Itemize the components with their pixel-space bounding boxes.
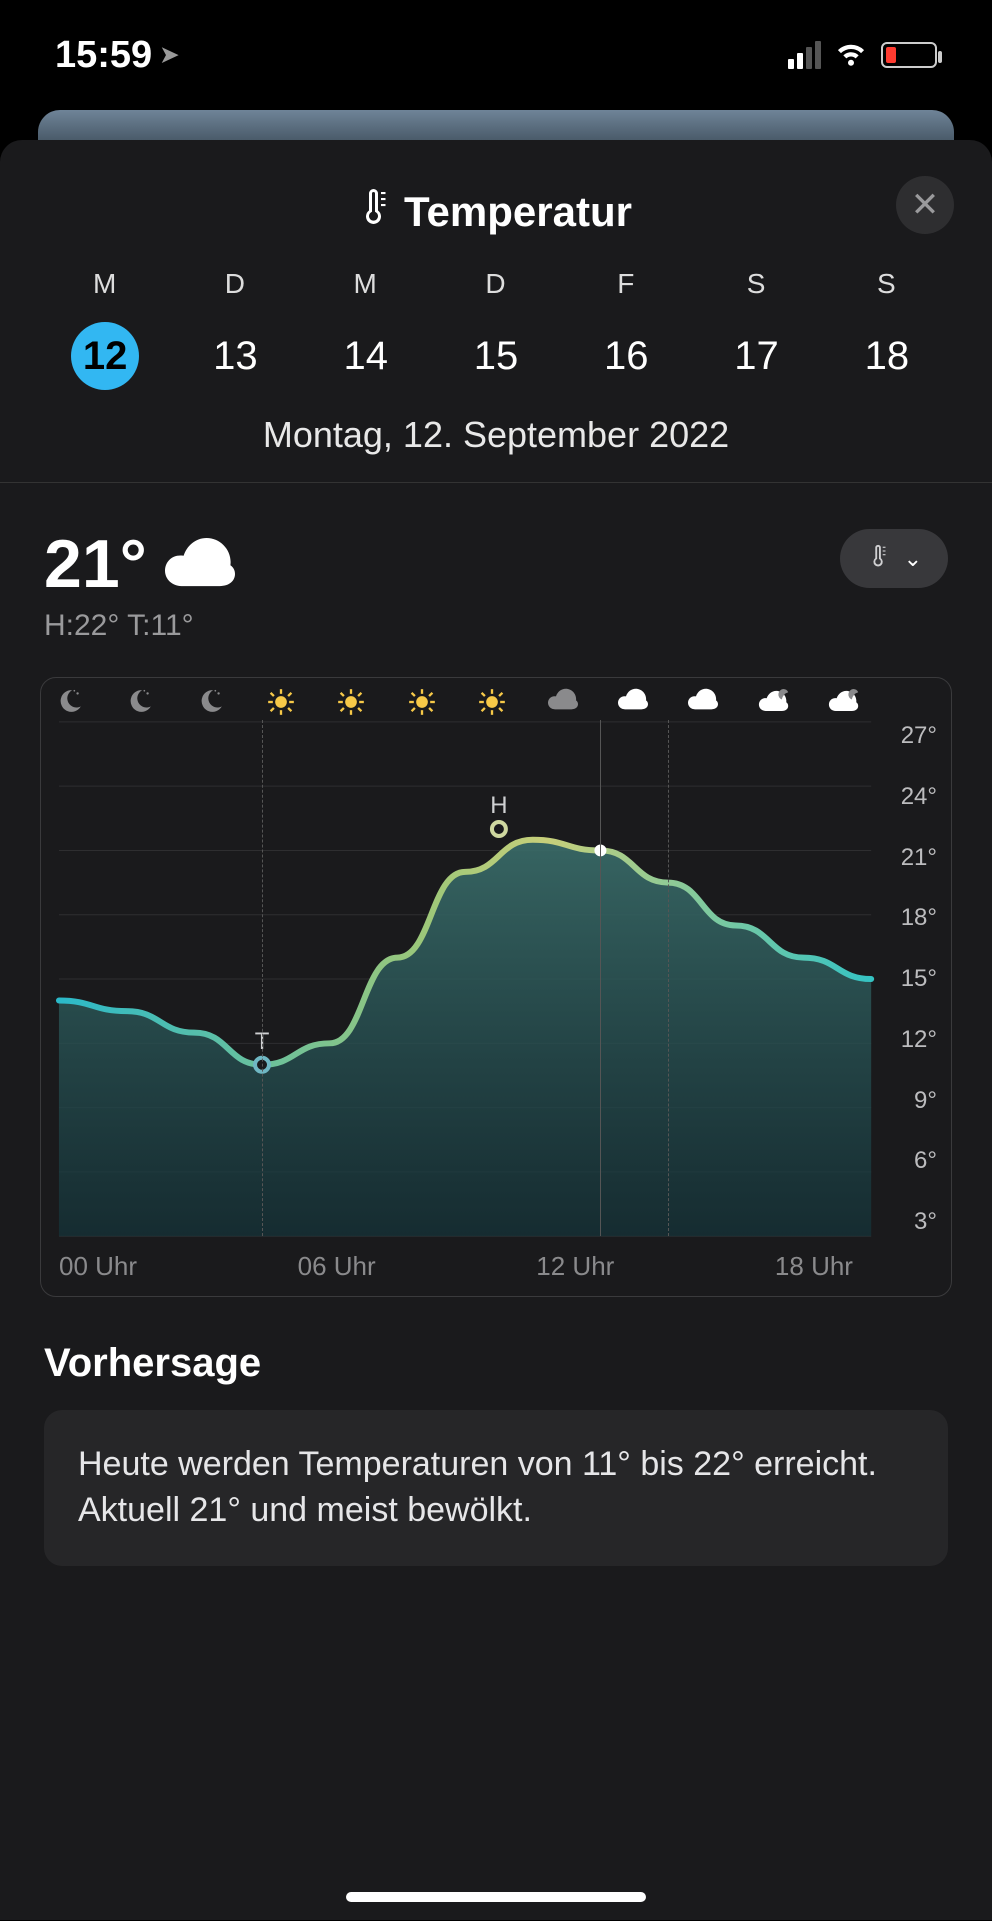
x-tick: 18 Uhr [775, 1251, 853, 1282]
y-tick: 21° [901, 844, 937, 872]
sheet-title: Temperatur [360, 186, 632, 238]
status-bar: 15:59 ➤ [0, 0, 992, 110]
day-number: 14 [332, 322, 400, 390]
high-low-label: H:22° T:11° [44, 609, 235, 643]
forecast-section: Vorhersage Heute werden Temperaturen von… [0, 1297, 992, 1566]
day-number: 17 [723, 322, 791, 390]
status-time-group: 15:59 ➤ [55, 34, 179, 77]
day-14[interactable]: M 14 [301, 268, 431, 390]
day-13[interactable]: D 13 [170, 268, 300, 390]
cloud-gray-icon [546, 688, 580, 721]
home-indicator[interactable] [346, 1892, 646, 1902]
sunny-icon [405, 688, 439, 721]
day-17[interactable]: S 17 [691, 268, 821, 390]
x-tick: 00 Uhr [59, 1251, 137, 1282]
sunny-icon [264, 688, 298, 721]
x-tick: 06 Uhr [298, 1251, 376, 1282]
day-12[interactable]: M 12 [40, 268, 170, 390]
day-abbr: D [431, 268, 561, 300]
chart-y-axis: 27° 24° 21° 18° 15° 12° 9° 6° 3° [901, 722, 937, 1236]
close-icon: ✕ [911, 185, 940, 225]
day-18[interactable]: S 18 [822, 268, 952, 390]
status-time: 15:59 [55, 34, 152, 77]
day-abbr: M [301, 268, 431, 300]
cellular-signal-icon [788, 41, 821, 69]
night-clear-icon [53, 688, 87, 721]
day-abbr: M [40, 268, 170, 300]
hourly-condition-icons [53, 688, 861, 721]
x-tick: 12 Uhr [536, 1251, 614, 1282]
status-indicators [788, 32, 937, 78]
sunny-icon [475, 688, 509, 721]
day-15[interactable]: D 15 [431, 268, 561, 390]
now-divider [600, 720, 601, 1236]
y-tick: 12° [901, 1026, 937, 1054]
current-temperature: 21° [44, 525, 147, 603]
sunny-icon [334, 688, 368, 721]
wifi-icon [833, 32, 869, 78]
y-tick: 3° [914, 1208, 937, 1236]
chevron-down-icon: ⌄ [904, 546, 922, 572]
y-tick: 6° [914, 1147, 937, 1175]
svg-text:H: H [490, 792, 507, 819]
day-selector: M 12 D 13 M 14 D 15 F 16 S 17 S 18 [0, 258, 992, 390]
y-tick: 18° [901, 904, 937, 932]
current-conditions: 21° H:22° T:11° ⌄ [0, 483, 992, 653]
thermometer-icon [866, 543, 892, 574]
close-button[interactable]: ✕ [896, 176, 954, 234]
cloud-icon [165, 536, 235, 593]
night-cloud-icon [827, 688, 861, 721]
night-cloud-icon [757, 688, 791, 721]
background-card [38, 110, 954, 140]
forecast-title: Vorhersage [44, 1341, 948, 1386]
forecast-text-card: Heute werden Temperaturen von 11° bis 22… [44, 1410, 948, 1566]
full-date-label: Montag, 12. September 2022 [0, 390, 992, 483]
thermometer-icon [360, 186, 390, 238]
y-tick: 15° [901, 965, 937, 993]
battery-icon [881, 42, 937, 68]
day-number: 13 [201, 322, 269, 390]
night-clear-icon [123, 688, 157, 721]
temperature-chart[interactable]: HT 27° 24° 21° 18° 15° 12° 9° 6° 3° 00 Uhr 06 Uh… [40, 677, 952, 1297]
day-16[interactable]: F 16 [561, 268, 691, 390]
y-tick: 27° [901, 722, 937, 750]
chart-svg: HT [41, 678, 951, 1296]
day-abbr: S [822, 268, 952, 300]
chart-x-axis: 00 Uhr 06 Uhr 12 Uhr 18 Uhr [41, 1251, 871, 1282]
y-tick: 9° [914, 1087, 937, 1115]
temperature-sheet: Temperatur ✕ M 12 D 13 M 14 D 15 F 16 S 17 S 18 Monta… [0, 140, 992, 1920]
night-clear-icon [194, 688, 228, 721]
grid-divider [668, 720, 669, 1236]
day-abbr: D [170, 268, 300, 300]
day-number: 18 [853, 322, 921, 390]
day-number: 12 [71, 322, 139, 390]
cloud-icon [686, 688, 720, 721]
metric-selector[interactable]: ⌄ [840, 529, 948, 588]
y-tick: 24° [901, 783, 937, 811]
grid-divider [262, 720, 263, 1236]
sheet-title-text: Temperatur [404, 188, 632, 236]
cloud-icon [616, 688, 650, 721]
sheet-header: Temperatur ✕ [0, 140, 992, 258]
location-arrow-icon: ➤ [160, 42, 178, 68]
day-number: 16 [592, 322, 660, 390]
day-abbr: S [691, 268, 821, 300]
day-number: 15 [462, 322, 530, 390]
day-abbr: F [561, 268, 691, 300]
